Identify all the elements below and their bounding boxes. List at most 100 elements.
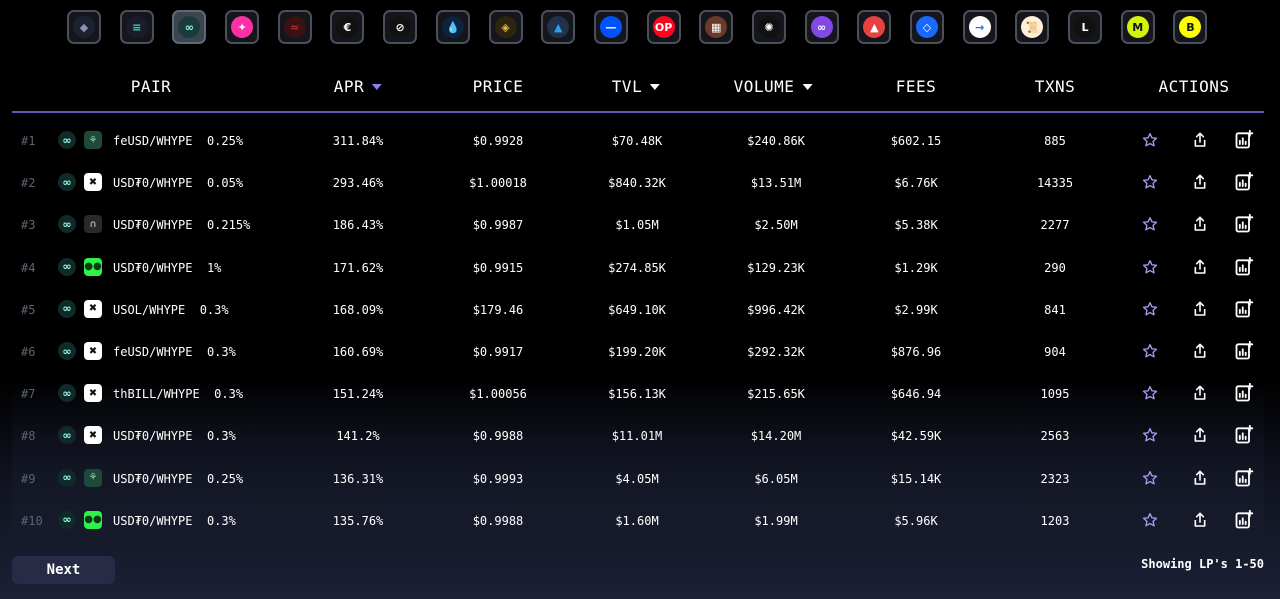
add-position-chart-icon[interactable]	[1234, 214, 1254, 234]
dex-cross-icon: ✖	[84, 173, 102, 192]
add-position-chart-icon[interactable]	[1234, 130, 1254, 150]
pair-name[interactable]: USD₮0/WHYPE 0.25%	[113, 472, 243, 486]
share-icon[interactable]	[1190, 468, 1210, 488]
share-icon[interactable]	[1190, 341, 1210, 361]
chain-button[interactable]: ∞	[804, 10, 839, 44]
favorite-star-icon[interactable]	[1140, 510, 1160, 530]
share-icon[interactable]	[1190, 172, 1210, 192]
chain-button[interactable]: M	[1120, 10, 1155, 44]
col-tvl[interactable]: TVL	[612, 77, 661, 96]
cell-price: $0.9987	[472, 218, 524, 233]
pair-name[interactable]: feUSD/WHYPE 0.3%	[113, 345, 236, 359]
cell-volume: $2.50M	[754, 218, 798, 233]
col-pair[interactable]: PAIR	[131, 77, 172, 96]
next-page-button[interactable]: Next	[12, 556, 115, 584]
add-position-chart-icon[interactable]	[1234, 172, 1254, 192]
chain-button[interactable]: 📜	[1015, 10, 1050, 44]
table-row[interactable]: #1 ∞ ⚘ feUSD/WHYPE 0.25% 311.84% $0.9928 $7…	[12, 120, 1264, 162]
col-volume[interactable]: VOLUME	[734, 77, 813, 96]
sort-desc-icon	[372, 83, 383, 90]
chain-button[interactable]: ✺	[751, 10, 786, 44]
col-txns[interactable]: TXNS	[1035, 77, 1076, 96]
table-row[interactable]: #6 ∞ ✖ feUSD/WHYPE 0.3% 160.69% $0.9917 $19…	[12, 331, 1264, 373]
favorite-star-icon[interactable]	[1140, 130, 1160, 150]
pair-name[interactable]: USD₮0/WHYPE 1%	[113, 261, 221, 275]
share-icon[interactable]	[1190, 510, 1210, 530]
table-row[interactable]: #5 ∞ ✖ USOL/WHYPE 0.3% 168.09% $179.46 $649…	[12, 289, 1264, 331]
cell-txns: 1203	[1040, 513, 1070, 528]
add-position-chart-icon[interactable]	[1234, 383, 1254, 403]
pair-name[interactable]: USOL/WHYPE 0.3%	[113, 303, 229, 317]
row-rank: #6	[21, 345, 36, 359]
share-icon[interactable]	[1190, 257, 1210, 277]
chain-button[interactable]: €	[330, 10, 365, 44]
chain-button[interactable]: ∞	[172, 10, 207, 44]
chain-button[interactable]: ⊘	[383, 10, 418, 44]
add-position-chart-icon[interactable]	[1234, 425, 1254, 445]
table-row[interactable]: #7 ∞ ✖ thBILL/WHYPE 0.3% 151.24% $1.00056 $…	[12, 373, 1264, 415]
favorite-star-icon[interactable]	[1140, 257, 1160, 277]
favorite-star-icon[interactable]	[1140, 341, 1160, 361]
pair-symbol: feUSD/WHYPE	[113, 134, 193, 148]
chain-button[interactable]: ▲	[541, 10, 576, 44]
chain-button[interactable]: L	[1068, 10, 1103, 44]
favorite-star-icon[interactable]	[1140, 299, 1160, 319]
base-icon: —	[599, 16, 622, 38]
row-rank: #2	[21, 176, 36, 191]
cell-price: $179.46	[472, 302, 524, 317]
chain-button[interactable]: ▲	[857, 10, 892, 44]
chain-button[interactable]: B	[1173, 10, 1208, 44]
favorite-star-icon[interactable]	[1140, 214, 1160, 234]
cell-tvl: $70.48K	[611, 134, 663, 148]
table-row[interactable]: #2 ∞ ✖ USD₮0/WHYPE 0.05% 293.46% $1.00018 $…	[12, 162, 1264, 204]
chain-button[interactable]: →	[962, 10, 997, 44]
favorite-star-icon[interactable]	[1140, 468, 1160, 488]
favorite-star-icon[interactable]	[1140, 172, 1160, 192]
pair-fee-tier: 0.05%	[206, 176, 244, 191]
add-position-chart-icon[interactable]	[1234, 467, 1254, 488]
cell-fees: $6.76K	[894, 176, 938, 191]
share-icon[interactable]	[1190, 130, 1210, 150]
chain-button[interactable]: —	[593, 10, 628, 44]
table-row[interactable]: #4 ∞ ●● USD₮0/WHYPE 1% 171.62% $0.9915 $274…	[12, 247, 1264, 289]
table-row[interactable]: #8 ∞ ✖ USD₮0/WHYPE 0.3% 141.2% $0.9988 $11.…	[12, 415, 1264, 457]
sunburst-icon: ✺	[757, 16, 780, 38]
pair-name[interactable]: feUSD/WHYPE 0.25%	[113, 134, 243, 148]
pair-name[interactable]: USD₮0/WHYPE 0.3%	[113, 514, 236, 528]
table-row[interactable]: #3 ∞ ∩ USD₮0/WHYPE 0.215% 186.43% $0.9987 $…	[12, 204, 1264, 246]
col-price[interactable]: PRICE	[473, 77, 524, 96]
share-icon[interactable]	[1190, 425, 1210, 445]
pair-icons: ∞ ●●	[58, 510, 102, 529]
cell-fees: $1.29K	[894, 260, 938, 275]
chain-button[interactable]: ≡	[119, 10, 154, 44]
table-row[interactable]: #9 ∞ ⚘ USD₮0/WHYPE 0.25% 136.31% $0.9993 $4…	[12, 458, 1264, 500]
cell-fees: $15.14K	[890, 471, 942, 486]
chain-button[interactable]: ◇	[910, 10, 944, 44]
chain-button[interactable]: ▦	[699, 10, 734, 44]
share-icon[interactable]	[1190, 383, 1210, 403]
table-row[interactable]: #10 ∞ ●● USD₮0/WHYPE 0.3% 135.76% $0.9988 $…	[12, 500, 1264, 542]
pair-name[interactable]: USD₮0/WHYPE 0.3%	[113, 429, 236, 443]
share-icon[interactable]	[1190, 299, 1210, 319]
col-fees[interactable]: FEES	[896, 77, 937, 96]
chain-button[interactable]: ◈	[488, 10, 523, 44]
favorite-star-icon[interactable]	[1140, 383, 1160, 403]
polygon-icon: ∞	[810, 16, 833, 38]
add-position-chart-icon[interactable]	[1234, 509, 1254, 530]
chain-button[interactable]: ✦	[225, 10, 260, 44]
optimism-icon: OP	[652, 16, 675, 38]
ethereum-icon: ◆	[73, 16, 95, 38]
share-icon[interactable]	[1190, 214, 1210, 234]
chain-button[interactable]: ◆	[67, 10, 101, 44]
pair-name[interactable]: USD₮0/WHYPE 0.215%	[113, 218, 250, 232]
add-position-chart-icon[interactable]	[1234, 298, 1254, 319]
add-position-chart-icon[interactable]	[1234, 256, 1254, 277]
chain-button[interactable]: OP	[646, 10, 681, 44]
add-position-chart-icon[interactable]	[1234, 341, 1254, 361]
pair-name[interactable]: thBILL/WHYPE 0.3%	[113, 387, 243, 401]
pair-name[interactable]: USD₮0/WHYPE 0.05%	[113, 176, 243, 190]
favorite-star-icon[interactable]	[1140, 425, 1160, 445]
chain-button[interactable]: 💧	[435, 10, 470, 44]
col-apr[interactable]: APR	[334, 77, 383, 96]
chain-button[interactable]: ≈	[277, 10, 312, 44]
